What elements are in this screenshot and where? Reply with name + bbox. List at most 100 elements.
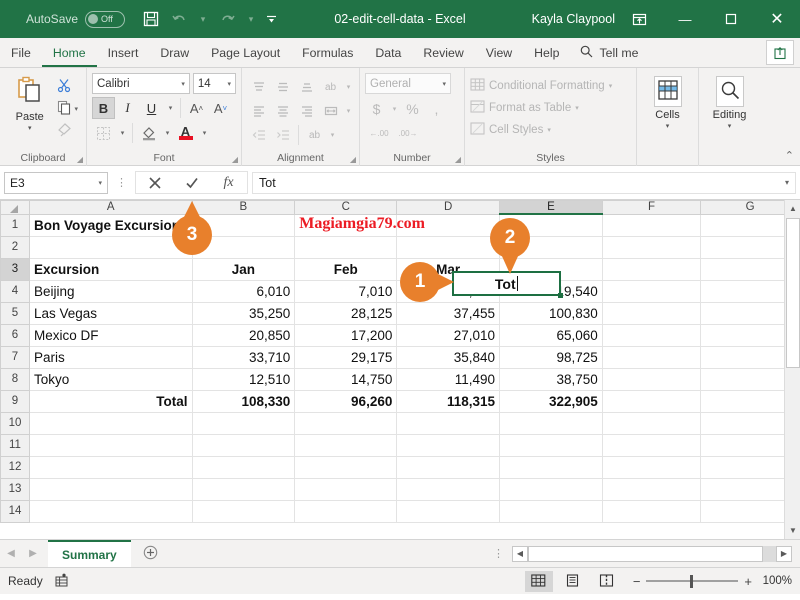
row-header-11[interactable]: 11 — [0, 433, 30, 457]
maximize-button[interactable] — [708, 0, 754, 38]
column-header-c[interactable]: C — [294, 200, 398, 215]
row-header-8[interactable]: 8 — [0, 367, 30, 391]
cell-c7[interactable]: 29,175 — [294, 345, 398, 369]
name-box[interactable]: E3 ▾ — [4, 171, 108, 194]
row-header-2[interactable]: 2 — [0, 235, 30, 259]
cell-c9[interactable]: 96,260 — [294, 389, 398, 413]
zoom-out-button[interactable]: − — [633, 574, 641, 589]
row-header-14[interactable]: 14 — [0, 499, 30, 523]
user-account-name[interactable]: Kayla Claypool — [532, 12, 615, 26]
format-as-table-button[interactable]: Format as Table ▾ — [470, 97, 631, 119]
tab-file[interactable]: File — [0, 39, 42, 67]
cell-f8[interactable] — [601, 367, 702, 391]
cell-e11[interactable] — [499, 433, 603, 457]
redo-icon[interactable] — [213, 6, 241, 32]
page-break-preview-icon[interactable] — [593, 571, 621, 592]
tab-view[interactable]: View — [475, 39, 523, 67]
cell-c14[interactable] — [294, 499, 398, 523]
minimize-button[interactable]: — — [662, 0, 708, 38]
expand-formula-bar-icon[interactable]: ▾ — [785, 178, 789, 187]
cell-c2[interactable] — [294, 235, 398, 259]
cell-c5[interactable]: 28,125 — [294, 301, 398, 325]
tab-insert[interactable]: Insert — [97, 39, 150, 67]
horizontal-scroll-track[interactable] — [763, 545, 776, 562]
fill-color-dropdown-icon[interactable]: ▾ — [161, 122, 173, 144]
decrease-font-size-button[interactable]: A ˅ — [209, 97, 232, 119]
tab-review[interactable]: Review — [412, 39, 474, 67]
row-header-4[interactable]: 4 — [0, 279, 30, 303]
cell-e6[interactable]: 65,060 — [499, 323, 603, 347]
customize-quick-access-toolbar-icon[interactable] — [261, 6, 281, 32]
cell-c4[interactable]: 7,010 — [294, 279, 398, 303]
number-format-combobox[interactable]: General ▾ — [365, 73, 451, 94]
editing-dropdown-icon[interactable]: ▾ — [728, 122, 732, 130]
autosave-toggle[interactable]: Off — [85, 10, 126, 28]
font-color-button[interactable]: A — [174, 122, 197, 144]
cell-d10[interactable] — [396, 411, 501, 435]
row-header-3[interactable]: 3 — [0, 257, 30, 281]
cell-a1[interactable]: Bon Voyage Excursions — [28, 213, 193, 237]
font-size-combobox[interactable]: 14 ▾ — [192, 73, 236, 94]
cell-f1[interactable] — [601, 213, 702, 237]
align-bottom-icon[interactable] — [295, 76, 318, 98]
editing-button[interactable]: Editing ▾ — [704, 73, 755, 166]
cell-a8[interactable]: Tokyo — [28, 367, 193, 391]
font-color-dropdown-icon[interactable]: ▾ — [198, 122, 210, 144]
collapse-ribbon-icon[interactable]: ⌃ — [785, 149, 794, 162]
vertical-scrollbar[interactable]: ▲ ▼ — [784, 200, 800, 539]
add-sheet-icon[interactable] — [143, 545, 158, 563]
cell-c10[interactable] — [294, 411, 398, 435]
merge-dropdown-icon[interactable]: ▾ — [343, 100, 354, 122]
conditional-formatting-button[interactable]: Conditional Formatting ▾ — [470, 75, 631, 97]
cell-e5[interactable]: 100,830 — [499, 301, 603, 325]
cell-e9[interactable]: 322,905 — [499, 389, 603, 413]
cell-b10[interactable] — [191, 411, 296, 435]
cell-a3[interactable]: Excursion — [28, 257, 193, 281]
cell-b13[interactable] — [191, 477, 296, 501]
select-all-icon[interactable] — [0, 200, 30, 215]
cell-b9[interactable]: 108,330 — [191, 389, 296, 413]
orientation-icon[interactable]: ab — [319, 76, 342, 98]
sheet-tab-splitter[interactable]: ⋮ — [493, 547, 504, 560]
cell-editor-e3[interactable]: Tot — [452, 271, 561, 296]
cell-e14[interactable] — [499, 499, 603, 523]
align-middle-icon[interactable] — [271, 76, 294, 98]
cell-f13[interactable] — [601, 477, 702, 501]
cell-a2[interactable] — [28, 235, 193, 259]
align-center-icon[interactable] — [271, 100, 294, 122]
merge-and-center-icon[interactable] — [319, 100, 342, 122]
cell-b3[interactable]: Jan — [191, 257, 296, 281]
normal-view-icon[interactable] — [524, 570, 553, 592]
cell-d12[interactable] — [396, 455, 501, 479]
cell-c11[interactable] — [294, 433, 398, 457]
cell-f10[interactable] — [601, 411, 702, 435]
column-header-f[interactable]: F — [601, 200, 702, 215]
scroll-left-icon[interactable]: ◀ — [512, 545, 528, 562]
cell-b11[interactable] — [191, 433, 296, 457]
row-header-7[interactable]: 7 — [0, 345, 30, 369]
cancel-icon[interactable] — [136, 172, 173, 194]
bold-button[interactable]: B — [92, 97, 115, 119]
cell-d6[interactable]: 27,010 — [396, 323, 501, 347]
underline-dropdown-icon[interactable]: ▾ — [164, 97, 176, 119]
format-painter-button[interactable] — [54, 121, 81, 141]
cell-a11[interactable] — [28, 433, 193, 457]
wrap-text-dropdown-icon[interactable]: ▾ — [327, 124, 338, 146]
increase-indent-icon[interactable] — [271, 124, 294, 146]
cell-styles-button[interactable]: Cell Styles ▾ — [470, 119, 631, 141]
row-header-6[interactable]: 6 — [0, 323, 30, 347]
align-right-icon[interactable] — [295, 100, 318, 122]
cell-b8[interactable]: 12,510 — [191, 367, 296, 391]
cell-b7[interactable]: 33,710 — [191, 345, 296, 369]
percent-icon[interactable]: % — [401, 98, 424, 120]
cell-b4[interactable]: 6,010 — [191, 279, 296, 303]
cell-d11[interactable] — [396, 433, 501, 457]
cut-button[interactable] — [54, 77, 81, 97]
copy-button[interactable]: ▾ — [54, 99, 81, 119]
cell-f4[interactable] — [601, 279, 702, 303]
comma-style-icon[interactable]: , — [425, 98, 448, 120]
column-header-a[interactable]: A — [28, 200, 193, 215]
row-header-5[interactable]: 5 — [0, 301, 30, 325]
tab-page-layout[interactable]: Page Layout — [200, 39, 291, 67]
row-header-12[interactable]: 12 — [0, 455, 30, 479]
